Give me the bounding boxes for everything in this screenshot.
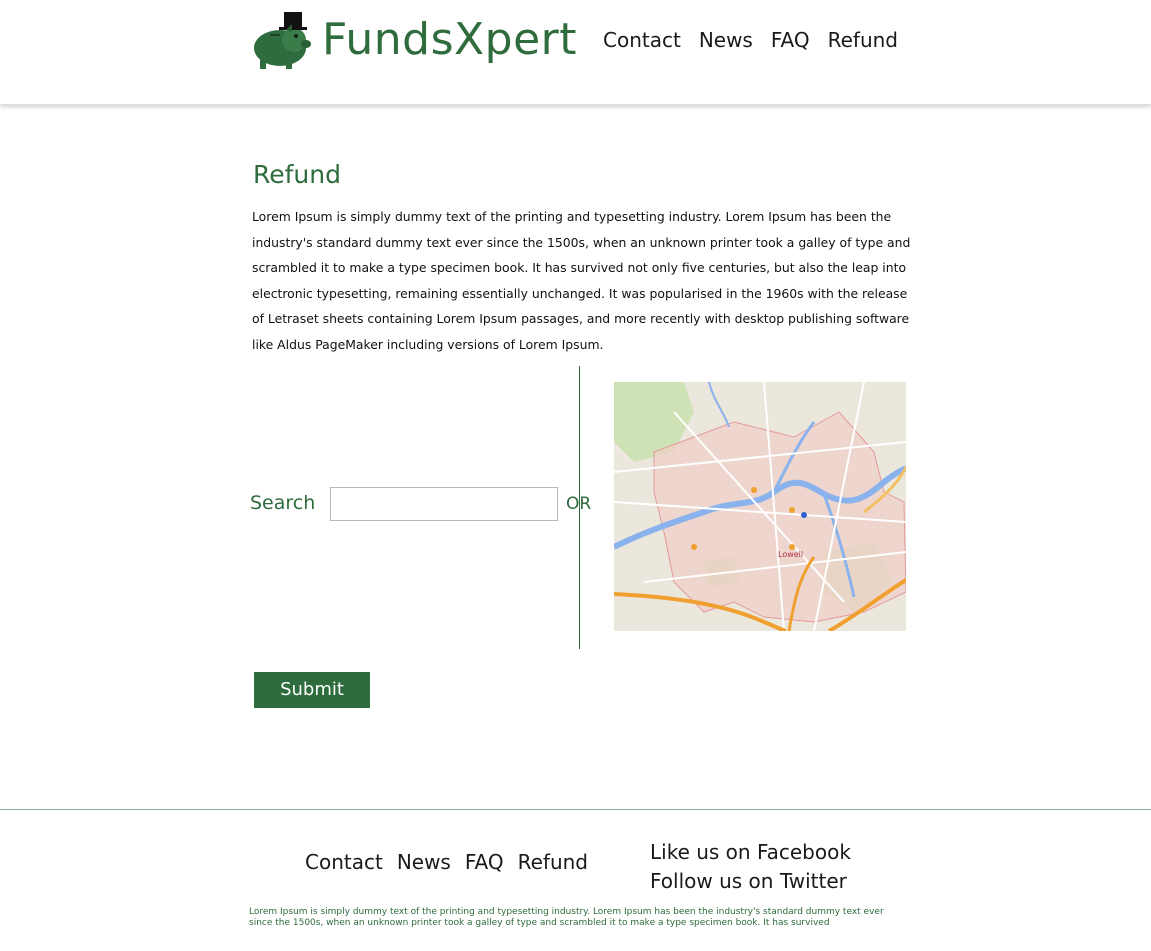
footer-nav-news[interactable]: News	[397, 850, 451, 874]
footer-nav: Contact News FAQ Refund	[305, 850, 588, 874]
facebook-link[interactable]: Like us on Facebook	[650, 838, 851, 867]
nav-contact[interactable]: Contact	[603, 28, 681, 52]
intro-paragraph: Lorem Ipsum is simply dummy text of the …	[252, 209, 911, 352]
page-title: Refund	[253, 160, 341, 189]
footer-divider	[0, 809, 1151, 810]
location-map[interactable]: Lowell	[614, 382, 906, 631]
piggy-bank-top-hat-icon[interactable]	[246, 10, 312, 70]
footer-nav-faq[interactable]: FAQ	[465, 850, 504, 874]
submit-button[interactable]: Submit	[254, 672, 370, 708]
social-links: Like us on Facebook Follow us on Twitter	[650, 838, 851, 896]
search-input[interactable]	[330, 487, 558, 521]
footer-nav-contact[interactable]: Contact	[305, 850, 383, 874]
nav-faq[interactable]: FAQ	[771, 28, 810, 52]
twitter-link[interactable]: Follow us on Twitter	[650, 867, 851, 896]
footer-paragraph: Lorem Ipsum is simply dummy text of the …	[249, 907, 884, 928]
top-nav: Contact News FAQ Refund	[603, 28, 898, 52]
nav-news[interactable]: News	[699, 28, 753, 52]
footer-nav-refund[interactable]: Refund	[518, 850, 588, 874]
nav-refund[interactable]: Refund	[828, 28, 898, 52]
divider-line	[579, 366, 580, 649]
brand-name[interactable]: FundsXpert	[322, 12, 577, 68]
search-label: Search	[250, 492, 316, 514]
map-city-label: Lowell	[778, 550, 803, 559]
